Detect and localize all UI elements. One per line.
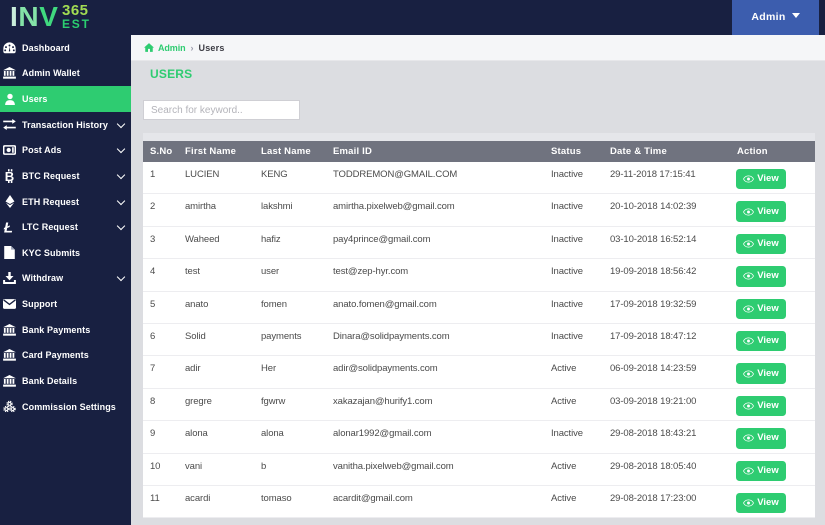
svg-text:Ł: Ł xyxy=(3,220,13,234)
